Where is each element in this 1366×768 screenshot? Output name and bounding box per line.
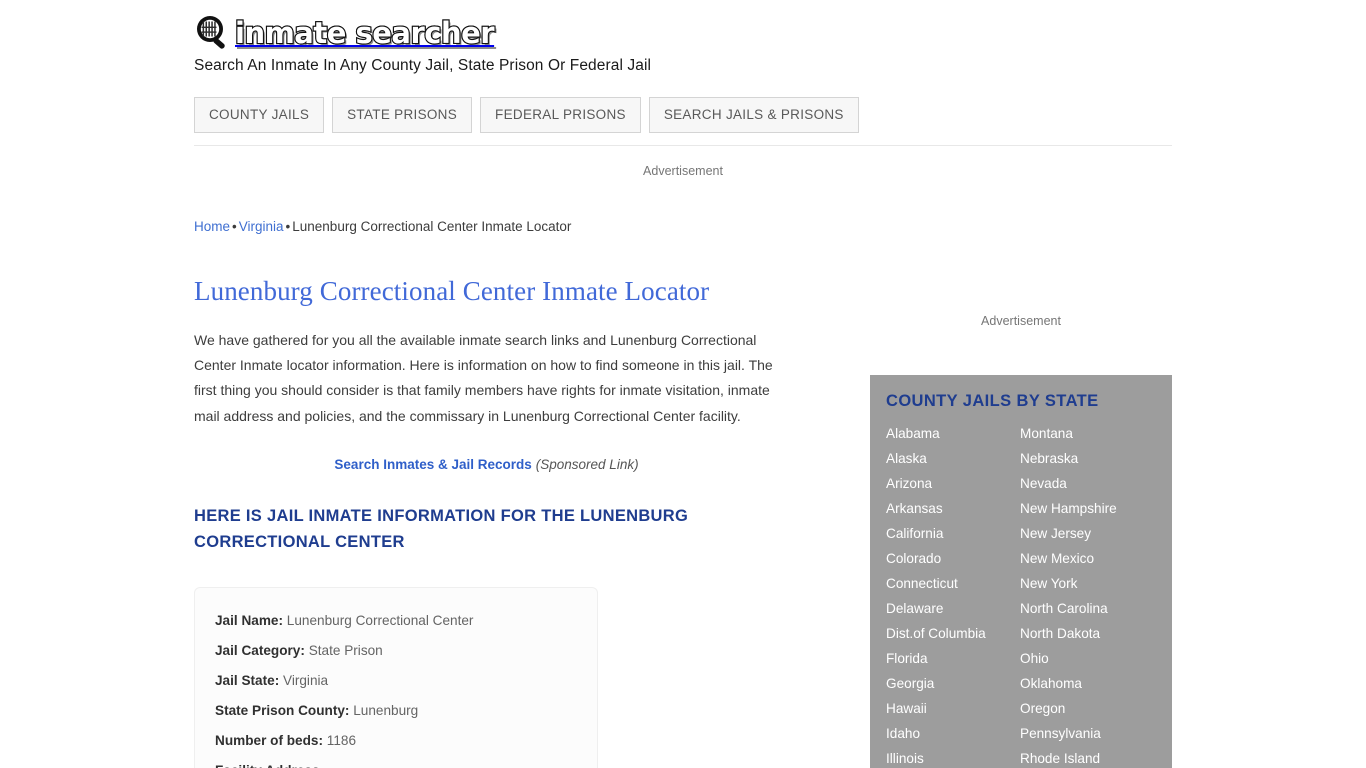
state-link-florida[interactable]: Florida <box>886 646 1020 671</box>
primary-nav: COUNTY JAILS STATE PRISONS FEDERAL PRISO… <box>194 97 859 133</box>
info-label-state-prison-county: State Prison County: <box>215 702 350 718</box>
state-link-alaska[interactable]: Alaska <box>886 446 1020 471</box>
site-logo-link[interactable]: inmate searcher <box>194 12 1172 54</box>
state-link-delaware[interactable]: Delaware <box>886 596 1020 621</box>
state-link-georgia[interactable]: Georgia <box>886 671 1020 696</box>
jail-info-card: Jail Name: Lunenburg Correctional Center… <box>194 586 598 768</box>
state-link-new-mexico[interactable]: New Mexico <box>1020 546 1156 571</box>
info-value-number-of-beds: 1186 <box>326 732 357 748</box>
info-value-state-prison-county: Lunenburg <box>353 702 419 718</box>
info-value-jail-category: State Prison <box>308 642 383 658</box>
county-jails-by-state-box: COUNTY JAILS BY STATE Alabama Montana Al… <box>870 375 1172 768</box>
state-link-new-hampshire[interactable]: New Hampshire <box>1020 496 1156 521</box>
breadcrumb-current: Lunenburg Correctional Center Inmate Loc… <box>292 219 572 234</box>
state-link-california[interactable]: California <box>886 521 1020 546</box>
state-link-new-york[interactable]: New York <box>1020 571 1156 596</box>
state-link-oregon[interactable]: Oregon <box>1020 696 1156 721</box>
header-divider <box>194 145 1172 146</box>
state-link-north-carolina[interactable]: North Carolina <box>1020 596 1156 621</box>
info-label-facility-address: Facility Address: <box>215 763 324 768</box>
sponsored-link-row: Search Inmates & Jail Records (Sponsored … <box>194 457 779 472</box>
breadcrumb-state-link[interactable]: Virginia <box>239 219 284 234</box>
breadcrumb-separator-2: • <box>285 219 291 234</box>
state-link-nebraska[interactable]: Nebraska <box>1020 446 1156 471</box>
info-label-jail-state: Jail State: <box>215 672 280 688</box>
site-logo-text: inmate searcher <box>234 15 496 51</box>
state-link-new-jersey[interactable]: New Jersey <box>1020 521 1156 546</box>
state-link-arizona[interactable]: Arizona <box>886 471 1020 496</box>
state-link-connecticut[interactable]: Connecticut <box>886 571 1020 596</box>
page-title: Lunenburg Correctional Center Inmate Loc… <box>194 276 710 306</box>
state-link-idaho[interactable]: Idaho <box>886 721 1020 746</box>
info-label-number-of-beds: Number of beds: <box>215 732 323 748</box>
nav-item-federal-prisons[interactable]: FEDERAL PRISONS <box>480 97 641 133</box>
intro-paragraph: We have gathered for you all the availab… <box>194 332 773 424</box>
state-link-oklahoma[interactable]: Oklahoma <box>1020 671 1156 696</box>
state-link-illinois[interactable]: Illinois <box>886 746 1020 768</box>
info-row: Number of beds: 1186 <box>215 726 597 756</box>
state-link-nevada[interactable]: Nevada <box>1020 471 1156 496</box>
site-tagline: Search An Inmate In Any County Jail, Sta… <box>194 57 652 74</box>
main-content: Home • Virginia • Lunenburg Correctional Cen… <box>194 218 794 768</box>
magnifier-prison-bars-icon <box>194 14 232 52</box>
nav-item-county-jails[interactable]: COUNTY JAILS <box>194 97 325 133</box>
info-row: Jail Name: Lunenburg Correctional Center <box>215 606 597 636</box>
sponsored-search-link[interactable]: Search Inmates & Jail Records <box>334 457 531 472</box>
state-link-arkansas[interactable]: Arkansas <box>886 496 1020 521</box>
info-row: Facility Address: <box>215 756 597 768</box>
sidebar-title: COUNTY JAILS BY STATE <box>886 392 1099 410</box>
nav-item-search-jails-prisons[interactable]: SEARCH JAILS & PRISONS <box>648 97 859 133</box>
state-link-north-dakota[interactable]: North Dakota <box>1020 621 1156 646</box>
state-link-pennsylvania[interactable]: Pennsylvania <box>1020 721 1156 746</box>
info-value-jail-state: Virginia <box>283 672 329 688</box>
section-heading: HERE IS JAIL INMATE INFORMATION FOR THE … <box>194 506 689 551</box>
state-link-rhode-island[interactable]: Rhode Island <box>1020 746 1156 768</box>
info-row: Jail Category: State Prison <box>215 636 597 666</box>
info-row: State Prison County: Lunenburg <box>215 696 597 726</box>
info-value-jail-name: Lunenburg Correctional Center <box>286 612 474 628</box>
page-root: inmate searcher Search An Inmate In Any … <box>0 0 1366 768</box>
top-advertisement-label: Advertisement <box>643 164 723 178</box>
state-link-hawaii[interactable]: Hawaii <box>886 696 1020 721</box>
nav-item-state-prisons[interactable]: STATE PRISONS <box>332 97 473 133</box>
info-label-jail-name: Jail Name: <box>215 612 284 628</box>
state-link-alabama[interactable]: Alabama <box>886 421 1020 446</box>
state-link-montana[interactable]: Montana <box>1020 421 1156 446</box>
state-link-colorado[interactable]: Colorado <box>886 546 1020 571</box>
info-row: Jail State: Virginia <box>215 666 597 696</box>
state-link-dist-of-columbia[interactable]: Dist.of Columbia <box>886 621 1020 646</box>
state-links-grid: Alabama Montana Alaska Nebraska Arizona … <box>886 421 1156 768</box>
breadcrumb-home-link[interactable]: Home <box>194 219 230 234</box>
breadcrumb-separator-1: • <box>232 219 237 234</box>
sponsored-note: (Sponsored Link) <box>535 456 639 472</box>
site-header: inmate searcher Search An Inmate In Any … <box>194 12 1172 75</box>
sidebar-advertisement-label: Advertisement <box>981 314 1061 328</box>
info-label-jail-category: Jail Category: <box>215 642 305 658</box>
state-link-ohio[interactable]: Ohio <box>1020 646 1156 671</box>
breadcrumb: Home • Virginia • Lunenburg Correctional Cen… <box>194 218 794 236</box>
